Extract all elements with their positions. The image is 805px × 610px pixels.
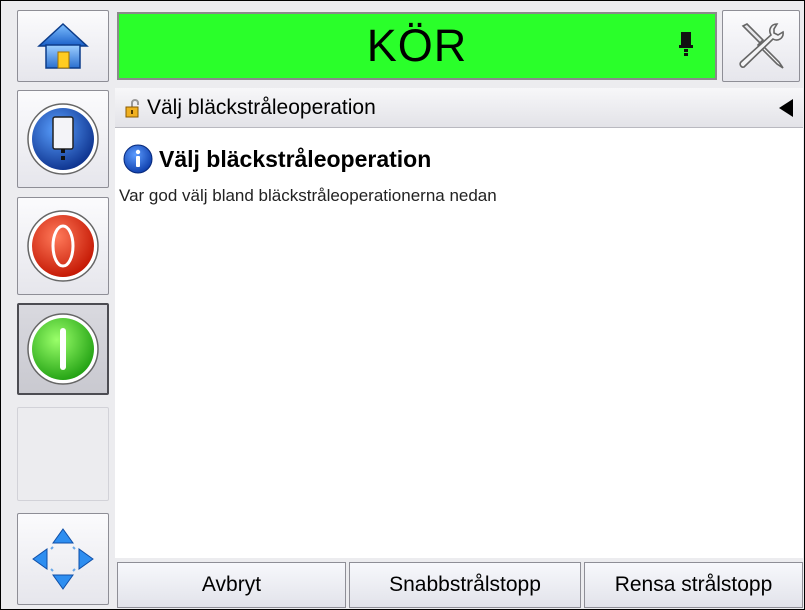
home-button[interactable] <box>17 10 109 82</box>
start-button[interactable] <box>17 303 109 395</box>
printhead-icon <box>679 32 693 56</box>
stop-icon <box>27 210 99 282</box>
breadcrumb: Välj bläckstråleoperation <box>115 88 803 128</box>
tools-button[interactable] <box>722 10 800 82</box>
status-bar: KÖR <box>117 12 717 80</box>
ink-system-button[interactable] <box>17 90 109 188</box>
page-description: Var god välj bland bläckstråleoperatione… <box>119 186 497 205</box>
breadcrumb-title: Välj bläckstråleoperation <box>147 95 376 119</box>
page-heading: Välj bläckstråleoperation <box>123 144 431 174</box>
tools-icon <box>739 23 784 69</box>
lock-icon <box>125 98 139 117</box>
ink-bottle-icon <box>27 103 99 175</box>
clean-jet-stop-button[interactable]: Rensa strålstopp <box>584 562 803 608</box>
page-title: Välj bläckstråleoperation <box>159 145 432 172</box>
info-icon <box>123 144 153 174</box>
stop-button[interactable] <box>17 197 109 295</box>
navigation-arrows-icon <box>32 528 94 590</box>
quick-jet-stop-button[interactable]: Snabbstrålstopp <box>349 562 581 608</box>
status-label: KÖR <box>366 20 468 71</box>
home-icon <box>37 22 89 69</box>
navigation-button[interactable] <box>17 513 109 605</box>
start-icon <box>27 313 99 385</box>
empty-side-slot <box>17 407 109 501</box>
main-panel: Välj bläckstråleoperation Välj bläckstrå… <box>115 88 803 558</box>
back-arrow-icon[interactable] <box>779 99 793 117</box>
cancel-button[interactable]: Avbryt <box>117 562 346 608</box>
